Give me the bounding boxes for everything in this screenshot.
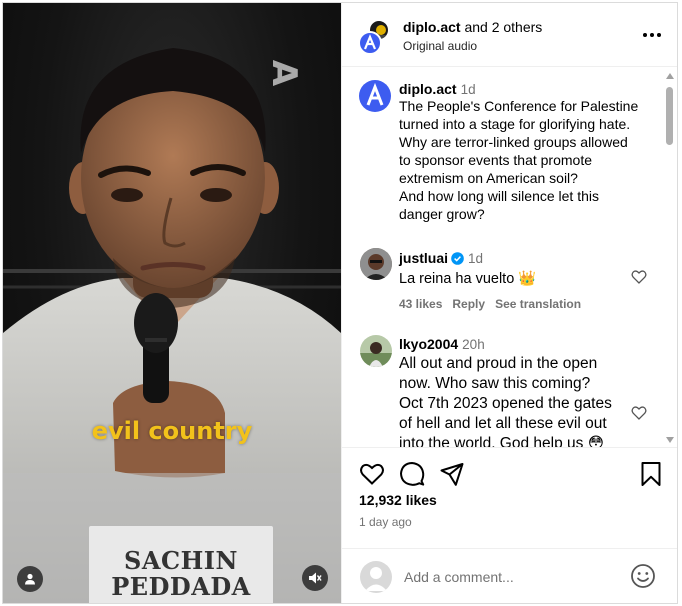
post-dialog: A evil country SACHIN PEDDADA diplo.act … [2,2,678,604]
mute-toggle-button[interactable] [302,565,328,591]
post-date[interactable]: 1 day ago [359,515,412,529]
speaker-muted-icon [309,572,322,584]
reply-button[interactable]: Reply [452,297,485,311]
commenter-avatar[interactable] [360,335,392,367]
smiley-icon[interactable] [630,563,656,589]
comments-scrollbar[interactable] [663,71,675,445]
comment-line: All out and proud in the open [399,355,598,372]
comment-icon[interactable] [399,461,425,487]
comment-meta: 43 likes Reply See translation [399,297,649,311]
post-author[interactable]: diplo.act and 2 others [403,19,542,35]
heart-icon[interactable] [631,269,647,285]
comment-input[interactable] [404,566,614,588]
diplo-act-avatar [358,31,382,55]
comment-text: La reina ha vuelto 👑 [399,271,537,287]
caption-line: turned into a stage for glorifying hate. [399,116,631,132]
comment-line: of hell and let all these evil out [399,415,607,432]
current-user-avatar[interactable] [360,561,392,593]
scroll-up-arrow-icon[interactable] [666,73,674,79]
heart-icon[interactable] [359,461,385,487]
channel-watermark: A [264,59,305,87]
caption-line: Why are terror-linked groups allowed [399,134,628,150]
comment-username[interactable]: justluai [399,250,448,266]
nameplate-last-name: PEDDADA [111,572,251,601]
user-icon [25,573,35,585]
see-translation-link[interactable]: See translation [495,297,581,311]
verified-badge-icon [451,252,464,265]
caption-author-avatar[interactable] [359,80,391,112]
scroll-down-arrow-icon[interactable] [666,437,674,443]
more-horizontal-icon[interactable] [640,25,664,45]
comment-likes[interactable]: 43 likes [399,297,442,311]
caption-time[interactable]: 1d [461,82,476,97]
comment-time[interactable]: 1d [468,251,483,266]
comment-line: into the world. God help us 😳 [399,435,604,448]
tagged-users-button[interactable] [17,566,43,592]
caption-line: And how long will silence let this [399,188,599,204]
scrollbar-thumb[interactable] [666,87,673,145]
comment-line: Oct 7th 2023 opened the gates [399,395,612,412]
caption-line: to sponsor events that promote [399,152,592,168]
comment: justluai 1d La reina ha vuelto 👑 43 likes… [399,250,649,311]
nameplate-first-name: SACHIN [124,546,238,575]
comment-line: now. Who saw this coming? [399,375,591,392]
comment-text: All out and proud in the open now. Who s… [399,354,649,448]
caption-text: The People's Conference for Palestine tu… [399,97,649,223]
collab-avatars[interactable] [358,19,392,55]
post-header: diplo.act and 2 others Original audio [342,3,677,67]
add-comment-bar [342,548,677,603]
caption-line: The People's Conference for Palestine [399,98,639,114]
bookmark-icon[interactable] [638,461,664,487]
collab-others[interactable]: and 2 others [461,19,542,35]
commenter-avatar[interactable] [360,248,392,280]
caption-username[interactable]: diplo.act [399,81,457,97]
comments-list[interactable]: diplo.act 1d The People's Conference for … [342,68,677,448]
caption-line: danger grow? [399,206,485,222]
speaker-figure [3,48,341,603]
post-details-panel: diplo.act and 2 others Original audio di… [341,3,677,603]
comment-username[interactable]: lkyo2004 [399,336,458,352]
comment-time[interactable]: 20h [462,337,485,352]
video-caption: evil country [91,417,253,445]
like-count[interactable]: 12,932 likes [359,492,437,508]
caption: diplo.act 1d The People's Conference for … [399,81,649,223]
share-icon[interactable] [439,461,465,487]
caption-line: extremism on American soil? [399,170,578,186]
heart-icon[interactable] [631,405,647,421]
author-username[interactable]: diplo.act [403,19,461,35]
comment: lkyo2004 20h All out and proud in the ope… [399,336,649,448]
audio-label[interactable]: Original audio [403,39,477,53]
speaker-nameplate: SACHIN PEDDADA [89,526,273,603]
video-player[interactable]: A evil country SACHIN PEDDADA [3,3,341,603]
